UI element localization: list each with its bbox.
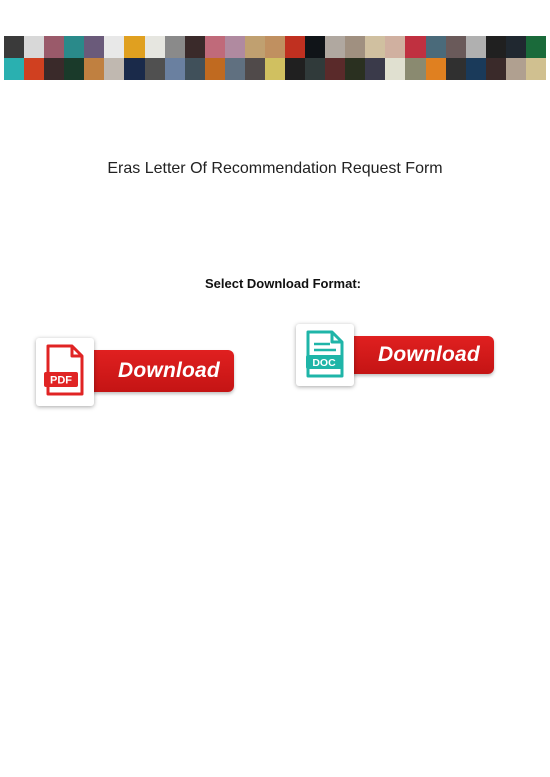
document-title: Eras Letter Of Recommendation Request Fo… xyxy=(107,160,443,177)
poster-thumbnail xyxy=(325,36,346,58)
poster-thumbnail xyxy=(84,36,105,58)
poster-thumbnail xyxy=(445,36,466,58)
poster-thumbnail xyxy=(84,58,105,80)
poster-thumbnail xyxy=(365,58,386,80)
poster-banner xyxy=(4,36,546,80)
doc-card: DOC xyxy=(296,324,354,386)
poster-thumbnail xyxy=(325,58,346,80)
poster-thumbnail xyxy=(184,58,205,80)
poster-thumbnail xyxy=(505,36,526,58)
poster-thumbnail xyxy=(285,36,306,58)
poster-thumbnail xyxy=(405,36,426,58)
poster-thumbnail xyxy=(365,36,386,58)
poster-thumbnail xyxy=(305,36,326,58)
poster-thumbnail xyxy=(244,36,265,58)
poster-thumbnail xyxy=(64,58,85,80)
download-doc-button[interactable]: Download DOC xyxy=(296,324,494,386)
poster-thumbnail xyxy=(425,58,446,80)
doc-icon-text: DOC xyxy=(312,357,336,369)
poster-thumbnail xyxy=(525,58,546,80)
poster-thumbnail xyxy=(244,58,265,80)
select-format-label: Select Download Format: xyxy=(204,276,362,291)
poster-thumbnail xyxy=(505,58,526,80)
download-doc-pill: Download xyxy=(340,336,494,374)
poster-thumbnail xyxy=(465,36,486,58)
poster-thumbnail xyxy=(525,36,546,58)
poster-thumbnail xyxy=(4,58,25,80)
poster-thumbnail xyxy=(224,58,245,80)
poster-thumbnail xyxy=(385,58,406,80)
poster-thumbnail xyxy=(164,36,185,58)
poster-thumbnail xyxy=(465,58,486,80)
poster-thumbnail xyxy=(285,58,306,80)
poster-thumbnail xyxy=(104,58,125,80)
poster-thumbnail xyxy=(44,36,65,58)
poster-thumbnail xyxy=(104,36,125,58)
poster-thumbnail xyxy=(485,58,506,80)
poster-thumbnail xyxy=(345,36,366,58)
poster-thumbnail xyxy=(264,58,286,80)
download-doc-label: Download xyxy=(378,343,480,366)
poster-thumbnail xyxy=(204,36,225,58)
poster-thumbnail xyxy=(345,58,366,80)
poster-thumbnail xyxy=(305,58,326,80)
poster-thumbnail xyxy=(224,36,245,58)
download-pdf-button[interactable]: Download PDF xyxy=(36,338,234,406)
poster-thumbnail xyxy=(425,36,446,58)
poster-thumbnail xyxy=(144,58,165,80)
poster-thumbnail xyxy=(264,36,286,58)
poster-thumbnail xyxy=(124,58,145,80)
poster-thumbnail xyxy=(405,58,426,80)
poster-thumbnail xyxy=(485,36,506,58)
poster-thumbnail xyxy=(204,58,225,80)
pdf-icon-text: PDF xyxy=(50,375,72,387)
poster-thumbnail xyxy=(4,36,25,58)
poster-thumbnail xyxy=(44,58,65,80)
poster-thumbnail xyxy=(445,58,466,80)
pdf-file-icon: PDF xyxy=(44,344,84,396)
poster-thumbnail xyxy=(24,58,45,80)
poster-thumbnail xyxy=(385,36,406,58)
poster-thumbnail xyxy=(64,36,85,58)
doc-file-icon: DOC xyxy=(306,330,344,378)
poster-thumbnail xyxy=(164,58,185,80)
poster-thumbnail xyxy=(184,36,205,58)
poster-thumbnail xyxy=(124,36,145,58)
pdf-card: PDF xyxy=(36,338,94,406)
download-pdf-label: Download xyxy=(118,359,220,382)
poster-thumbnail xyxy=(144,36,165,58)
download-pdf-pill: Download xyxy=(80,350,234,392)
poster-thumbnail xyxy=(24,36,45,58)
